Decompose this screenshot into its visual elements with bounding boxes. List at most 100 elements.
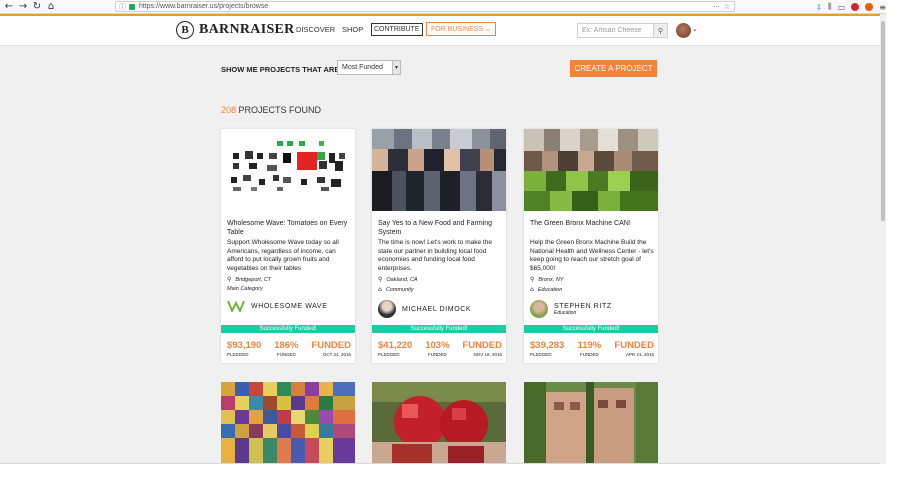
pledged-label: PLEDGED — [378, 352, 400, 357]
funded-label: FUNDED — [428, 352, 447, 357]
project-card[interactable] — [524, 382, 658, 463]
nav-for-business[interactable]: FOR BUSINESS ⌄ — [426, 22, 496, 36]
funding-date: NOV 18, 2016 — [473, 352, 502, 357]
library-icon[interactable]: ⫼ — [828, 2, 832, 12]
extension-red-icon[interactable] — [851, 3, 860, 11]
location-pin-icon: ⚲ — [530, 276, 535, 283]
creator-avatar[interactable] — [530, 300, 548, 318]
category-text: Education — [537, 286, 563, 293]
funding-state: FUNDED — [311, 340, 351, 351]
category-text: Main Category — [227, 286, 263, 292]
tag-icon: ⌂ — [378, 286, 382, 293]
project-card[interactable]: The Green Bronx Machine CAN! Help the Gr… — [524, 129, 658, 363]
funding-status-badge: Successfully Funded! — [524, 325, 658, 333]
sort-select[interactable]: Most Funded ▾ — [337, 60, 401, 75]
back-icon[interactable]: ← — [2, 0, 16, 14]
nav-shop[interactable]: SHOP — [342, 25, 363, 34]
project-image[interactable] — [524, 382, 658, 463]
creator-subtitle: Education — [554, 309, 577, 316]
page-actions-icon[interactable]: ··· — [713, 3, 720, 11]
logo-text: BARNRAISER — [199, 22, 295, 37]
creator-avatar[interactable] — [378, 300, 396, 318]
project-location: ⚲ Bronx, NY — [530, 276, 563, 283]
project-title[interactable]: Say Yes to a New Food and Farming System — [378, 219, 502, 237]
nav-contribute[interactable]: CONTRIBUTE — [371, 23, 423, 36]
project-creator[interactable]: STEPHEN RITZ Education — [530, 300, 612, 318]
project-image[interactable] — [372, 382, 506, 463]
category-text: Community — [385, 286, 414, 293]
project-category: Main Category — [227, 286, 263, 292]
scrollbar-thumb[interactable] — [881, 21, 885, 221]
wholesome-wave-logo-icon — [227, 300, 245, 312]
pledged-amount: $39,283 — [530, 340, 565, 351]
funding-state: FUNDED — [462, 340, 502, 351]
extension-orange-icon[interactable] — [865, 3, 874, 11]
creator-name[interactable]: STEPHEN RITZ — [554, 303, 612, 310]
address-bar[interactable]: ⓘ https://www.barnraiser.us/projects/bro… — [115, 1, 735, 12]
project-title[interactable]: Wholesome Wave: Tomatoes on Every Table — [227, 219, 351, 237]
download-icon[interactable]: ⇩ — [815, 3, 822, 12]
sidebar-icon[interactable]: ▭ — [838, 3, 846, 12]
creator-name[interactable]: MICHAEL DIMOCK — [402, 306, 471, 313]
funded-label: FUNDED — [277, 352, 296, 357]
user-avatar[interactable] — [676, 23, 691, 38]
project-image[interactable] — [372, 129, 506, 211]
select-arrow-icon[interactable]: ▾ — [392, 61, 400, 74]
tag-icon: ⌂ — [530, 286, 534, 293]
funding-stats: $41,220 PLEDGED 103% FUNDED FUNDED NOV 18, … — [378, 340, 502, 357]
project-category: ⌂ Education — [530, 286, 562, 293]
site-header: B BARNRAISER DISCOVER SHOP CONTRIBUTE FO… — [0, 16, 880, 46]
funding-date: OCT 24, 2016 — [322, 352, 351, 357]
funding-stats: $93,190 PLEDGED 186% FUNDED FUNDED OCT 24, … — [227, 340, 351, 357]
funding-stats: $39,283 PLEDGED 119% FUNDED FUNDED APR 21, … — [530, 340, 654, 357]
logo-mark-icon: B — [176, 21, 194, 39]
chevron-down-icon[interactable]: ⌄ — [692, 25, 698, 33]
pledged-amount: $41,220 — [378, 340, 413, 351]
funded-percent: 186% — [274, 340, 299, 351]
home-icon[interactable]: ⌂ — [44, 0, 58, 14]
search-box: ⚲ — [577, 23, 668, 38]
location-text: Bridgeport, CT — [235, 276, 272, 283]
forward-icon[interactable]: → — [16, 0, 30, 14]
funded-percent: 103% — [425, 340, 450, 351]
project-title[interactable]: The Green Bronx Machine CAN! — [530, 219, 654, 228]
project-image[interactable] — [221, 382, 355, 463]
nav-discover[interactable]: DISCOVER — [296, 25, 335, 34]
project-creator[interactable]: MICHAEL DIMOCK — [378, 300, 471, 318]
funding-state: FUNDED — [614, 340, 654, 351]
window-bottom-edge — [0, 464, 900, 477]
bookmark-star-icon[interactable]: ☆ — [724, 3, 730, 11]
pledged-amount: $93,190 — [227, 340, 262, 351]
project-image[interactable] — [221, 129, 355, 211]
project-blurb: Support Wholesome Wave today so all Amer… — [227, 239, 339, 272]
url-text[interactable]: https://www.barnraiser.us/projects/brows… — [139, 3, 268, 10]
project-image[interactable] — [524, 129, 658, 211]
search-icon[interactable]: ⚲ — [653, 24, 667, 37]
window-right-edge — [886, 0, 900, 477]
location-pin-icon: ⚲ — [378, 276, 383, 283]
site-logo[interactable]: B BARNRAISER — [176, 21, 295, 39]
funding-date: APR 21, 2015 — [625, 352, 654, 357]
project-card[interactable] — [221, 382, 355, 463]
project-category: ⌂ Community — [378, 286, 414, 293]
results-count: 208 PROJECTS FOUND — [221, 105, 321, 115]
location-pin-icon: ⚲ — [227, 276, 232, 283]
pledged-label: PLEDGED — [227, 352, 249, 357]
info-icon[interactable]: ⓘ — [119, 2, 126, 12]
reload-icon[interactable]: ↻ — [30, 0, 44, 14]
create-project-button[interactable]: CREATE A PROJECT — [570, 60, 657, 77]
filter-label: SHOW ME PROJECTS THAT ARE — [221, 65, 340, 74]
project-card[interactable]: Say Yes to a New Food and Farming System… — [372, 129, 506, 363]
sort-select-value: Most Funded — [342, 64, 383, 71]
project-card[interactable] — [372, 382, 506, 463]
menu-icon[interactable]: ≡ — [879, 3, 886, 12]
funding-status-badge: Successfully Funded! — [372, 325, 506, 333]
results-number: 208 — [221, 105, 237, 115]
project-blurb: Help the Green Bronx Machine Build the N… — [530, 239, 654, 272]
funded-percent: 119% — [577, 340, 602, 351]
search-input[interactable] — [578, 24, 653, 37]
funded-label: FUNDED — [580, 352, 599, 357]
project-card[interactable]: Wholesome Wave: Tomatoes on Every Table … — [221, 129, 355, 363]
project-creator[interactable]: WHOLESOME WAVE — [227, 300, 327, 312]
creator-name[interactable]: WHOLESOME WAVE — [251, 303, 327, 310]
